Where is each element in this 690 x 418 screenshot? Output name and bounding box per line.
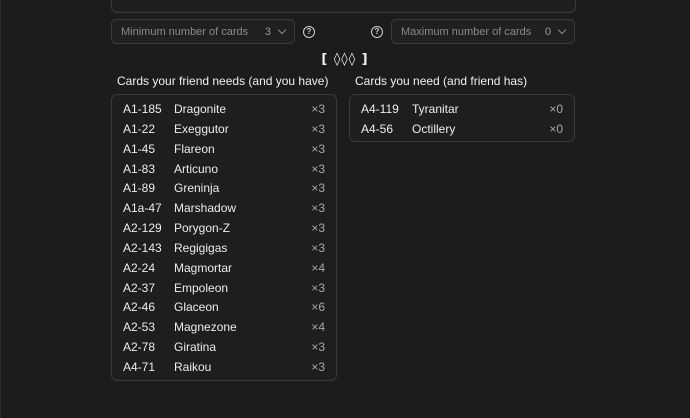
card-name: Porygon-Z — [174, 221, 231, 236]
card-name: Giratina — [174, 340, 217, 355]
card-id: A1-83 — [123, 161, 156, 176]
max-cards-label: Maximum number of cards — [401, 25, 532, 38]
card-id: A2-78 — [123, 340, 156, 355]
friend-needs-heading: Cards your friend needs (and you have) — [117, 74, 329, 88]
card-name: Regigigas — [174, 240, 228, 255]
card-quantity: ×0 — [549, 121, 563, 136]
card-name: Marshadow — [174, 201, 237, 216]
card-quantity: ×4 — [311, 260, 325, 275]
min-cards-select[interactable]: Minimum number of cards 3 — [111, 19, 295, 44]
min-cards-label: Minimum number of cards — [121, 25, 249, 38]
card-name: Magnezone — [174, 320, 237, 335]
card-name: Tyranitar — [412, 102, 459, 116]
card-id: A2-24 — [123, 260, 156, 275]
card-id: A1-185 — [123, 102, 162, 116]
list-item: A1-185 Dragonite ×3 — [112, 99, 336, 119]
list-item: A4-71 Raikou ×3 — [112, 357, 336, 377]
card-name: Raikou — [174, 359, 212, 374]
card-quantity: ×0 — [549, 102, 563, 116]
list-item: A1-45 Flareon ×3 — [112, 139, 336, 159]
list-item: A1-22 Exeggutor ×3 — [112, 119, 336, 139]
top-panel — [111, 0, 576, 13]
friend-needs-list: A1-185 Dragonite ×3 A1-22 Exeggutor ×3 A1-45… — [111, 94, 337, 381]
card-quantity: ×3 — [311, 359, 325, 374]
list-item: A1-83 Articuno ×3 — [112, 159, 336, 179]
card-quantity: ×3 — [311, 201, 325, 216]
card-id: A4-56 — [361, 121, 394, 136]
list-item: A2-129 Porygon-Z ×3 — [112, 218, 336, 238]
list-item: A2-53 Magnezone ×4 — [112, 317, 336, 337]
list-item: A2-46 Glaceon ×6 — [112, 297, 336, 317]
card-name: Empoleon — [174, 280, 229, 295]
card-quantity: ×3 — [311, 121, 325, 136]
help-icon[interactable]: ? — [371, 26, 383, 38]
card-quantity: ×3 — [311, 181, 325, 196]
card-quantity: ×3 — [311, 240, 325, 255]
card-id: A2-129 — [123, 221, 162, 236]
card-id: A1-89 — [123, 181, 156, 196]
card-quantity: ×3 — [311, 102, 325, 116]
card-id: A1-45 — [123, 141, 156, 156]
card-id: A2-53 — [123, 320, 156, 335]
list-item: A2-37 Empoleon ×3 — [112, 278, 336, 298]
you-need-heading: Cards you need (and friend has) — [355, 74, 528, 88]
card-id: A2-143 — [123, 240, 162, 255]
card-quantity: ×6 — [311, 300, 325, 315]
card-name: Magmortar — [174, 260, 233, 275]
min-cards-value: 3 — [264, 25, 271, 38]
card-name: Greninja — [174, 181, 220, 196]
list-item: A2-78 Giratina ×3 — [112, 337, 336, 357]
help-icon[interactable]: ? — [303, 26, 315, 38]
card-name: Octillery — [412, 121, 456, 136]
list-item: A4-56 Octillery ×0 — [350, 119, 574, 139]
card-name: Exeggutor — [174, 121, 229, 136]
card-quantity: ×3 — [311, 221, 325, 236]
chevron-down-icon — [557, 25, 567, 35]
chevron-down-icon — [277, 25, 287, 35]
list-item: A2-24 Magmortar ×4 — [112, 258, 336, 278]
card-quantity: ×3 — [311, 340, 325, 355]
card-id: A4-71 — [123, 359, 156, 374]
card-id: A2-46 — [123, 300, 156, 315]
max-cards-value: 0 — [544, 25, 551, 38]
card-id: A2-37 — [123, 280, 156, 295]
you-need-list: A4-119 Tyranitar ×0 A4-56 Octillery ×0 — [349, 94, 575, 142]
card-name: Dragonite — [174, 102, 227, 116]
list-item: A1a-47 Marshadow ×3 — [112, 198, 336, 218]
trade-code: [ ◊◊◊ ] — [321, 52, 369, 67]
card-id: A1-22 — [123, 121, 156, 136]
max-cards-select[interactable]: Maximum number of cards 0 — [391, 19, 575, 44]
list-item: A4-119 Tyranitar ×0 — [350, 99, 574, 119]
card-quantity: ×3 — [311, 161, 325, 176]
list-item: A1-89 Greninja ×3 — [112, 178, 336, 198]
card-name: Articuno — [174, 161, 219, 176]
list-item: A2-143 Regigigas ×3 — [112, 238, 336, 258]
card-id: A1a-47 — [123, 201, 162, 216]
card-quantity: ×3 — [311, 141, 325, 156]
card-quantity: ×3 — [311, 280, 325, 295]
card-id: A4-119 — [361, 102, 399, 116]
card-quantity: ×4 — [311, 320, 325, 335]
card-name: Flareon — [174, 141, 215, 156]
card-name: Glaceon — [174, 300, 219, 315]
